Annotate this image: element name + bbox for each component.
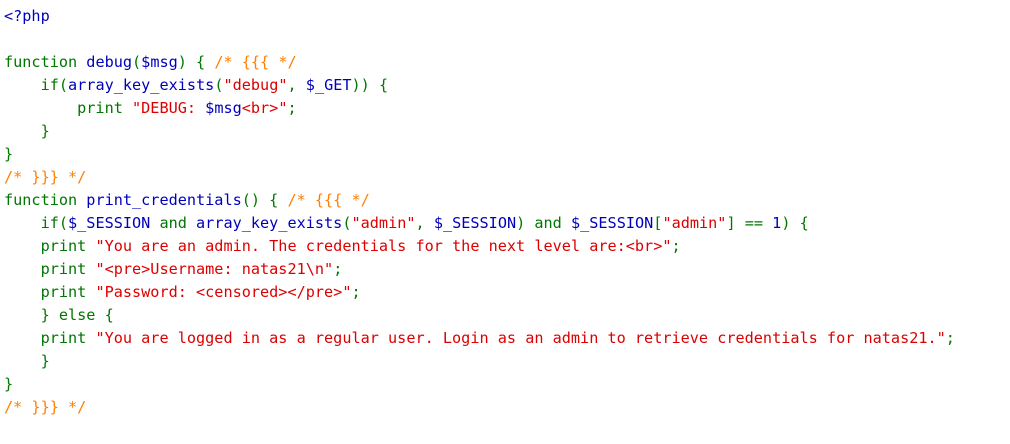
code-token-keyword: ) and	[516, 214, 571, 232]
code-line: /* }}} */	[4, 166, 955, 189]
code-token-keyword: function	[4, 191, 87, 209]
code-line: print "You are an admin. The credentials…	[4, 235, 955, 258]
code-token-keyword: ;	[333, 260, 343, 278]
code-token-string: "You are logged in as a regular user. Lo…	[95, 329, 946, 347]
code-token-keyword: }	[4, 122, 50, 140]
code-token-string: "DEBUG:	[132, 99, 206, 117]
code-line: }	[4, 373, 955, 396]
code-token-keyword: ;	[351, 283, 361, 301]
code-token-keyword: )) {	[351, 76, 389, 94]
code-token-string: <br>"	[241, 99, 288, 117]
code-token-keyword: print	[4, 237, 96, 255]
code-line: /* }}} */	[4, 396, 955, 419]
code-token-keyword: }	[4, 352, 50, 370]
code-line: }	[4, 143, 955, 166]
code-token-keyword: print	[4, 99, 133, 117]
code-token-default: <?php	[4, 7, 50, 25]
code-token-default: $_GET	[305, 76, 352, 94]
code-token-keyword: ,	[287, 76, 306, 94]
code-token-comment: /* }}} */	[4, 398, 87, 416]
code-token-default: $msg	[141, 53, 178, 71]
code-token-default: debug	[86, 53, 133, 71]
code-token-keyword: (	[132, 53, 142, 71]
code-token-keyword: if(	[4, 76, 69, 94]
code-token-keyword: print	[4, 260, 96, 278]
code-token-keyword: ) {	[177, 53, 215, 71]
code-token-string: "Password: <censored></pre>"	[95, 283, 352, 301]
code-token-keyword: ;	[287, 99, 297, 117]
php-source-code-block: <?php​function debug($msg) { /* {{{ */ i…	[4, 5, 955, 419]
code-token-keyword: ;	[945, 329, 955, 347]
code-token-default: $msg	[205, 99, 242, 117]
code-token-string: "<pre>Username: natas21\n"	[95, 260, 334, 278]
code-token-comment: /* }}} */	[4, 168, 87, 186]
code-token-comment: /* {{{ */	[214, 53, 297, 71]
code-token-string: "You are an admin. The credentials for t…	[95, 237, 672, 255]
code-line: print "You are logged in as a regular us…	[4, 327, 955, 350]
code-line: function print_credentials() { /* {{{ */	[4, 189, 955, 212]
code-line: }	[4, 350, 955, 373]
code-token-default: 1	[772, 214, 782, 232]
code-token-default: print_credentials	[86, 191, 242, 209]
code-token-string: "admin"	[351, 214, 416, 232]
code-token-keyword: ;	[671, 237, 681, 255]
code-line: function debug($msg) { /* {{{ */	[4, 51, 955, 74]
code-token-keyword: ] ==	[726, 214, 773, 232]
code-line: } else {	[4, 304, 955, 327]
code-token-keyword: ,	[415, 214, 434, 232]
code-token-keyword: ) {	[781, 214, 809, 232]
code-token-keyword: function	[4, 53, 87, 71]
code-token-default: $_SESSION	[570, 214, 654, 232]
code-line: ​	[4, 28, 955, 51]
code-token-default: array_key_exists	[68, 76, 215, 94]
code-token-comment: /* {{{ */	[287, 191, 370, 209]
code-token-default: $_SESSION	[433, 214, 517, 232]
code-token-string: "debug"	[223, 76, 288, 94]
code-token-keyword: and	[159, 214, 197, 232]
code-token-default: array_key_exists	[196, 214, 343, 232]
code-line: if($_SESSION and array_key_exists("admin…	[4, 212, 955, 235]
code-token-keyword: }	[4, 375, 14, 393]
code-line: print "DEBUG: $msg<br>";	[4, 97, 955, 120]
code-line: print "Password: <censored></pre>";	[4, 281, 955, 304]
code-line: }	[4, 120, 955, 143]
code-token-keyword: print	[4, 329, 96, 347]
code-token-keyword: print	[4, 283, 96, 301]
code-token-keyword: if(	[4, 214, 69, 232]
code-line: <?php	[4, 5, 955, 28]
code-token-keyword: } else {	[4, 306, 114, 324]
code-token-keyword: }	[4, 145, 14, 163]
code-token-keyword: () {	[241, 191, 288, 209]
code-token-default: $_SESSION	[68, 214, 160, 232]
code-token-string: "admin"	[662, 214, 727, 232]
code-token-keyword: (	[342, 214, 352, 232]
code-line: if(array_key_exists("debug", $_GET)) {	[4, 74, 955, 97]
code-line: print "<pre>Username: natas21\n";	[4, 258, 955, 281]
